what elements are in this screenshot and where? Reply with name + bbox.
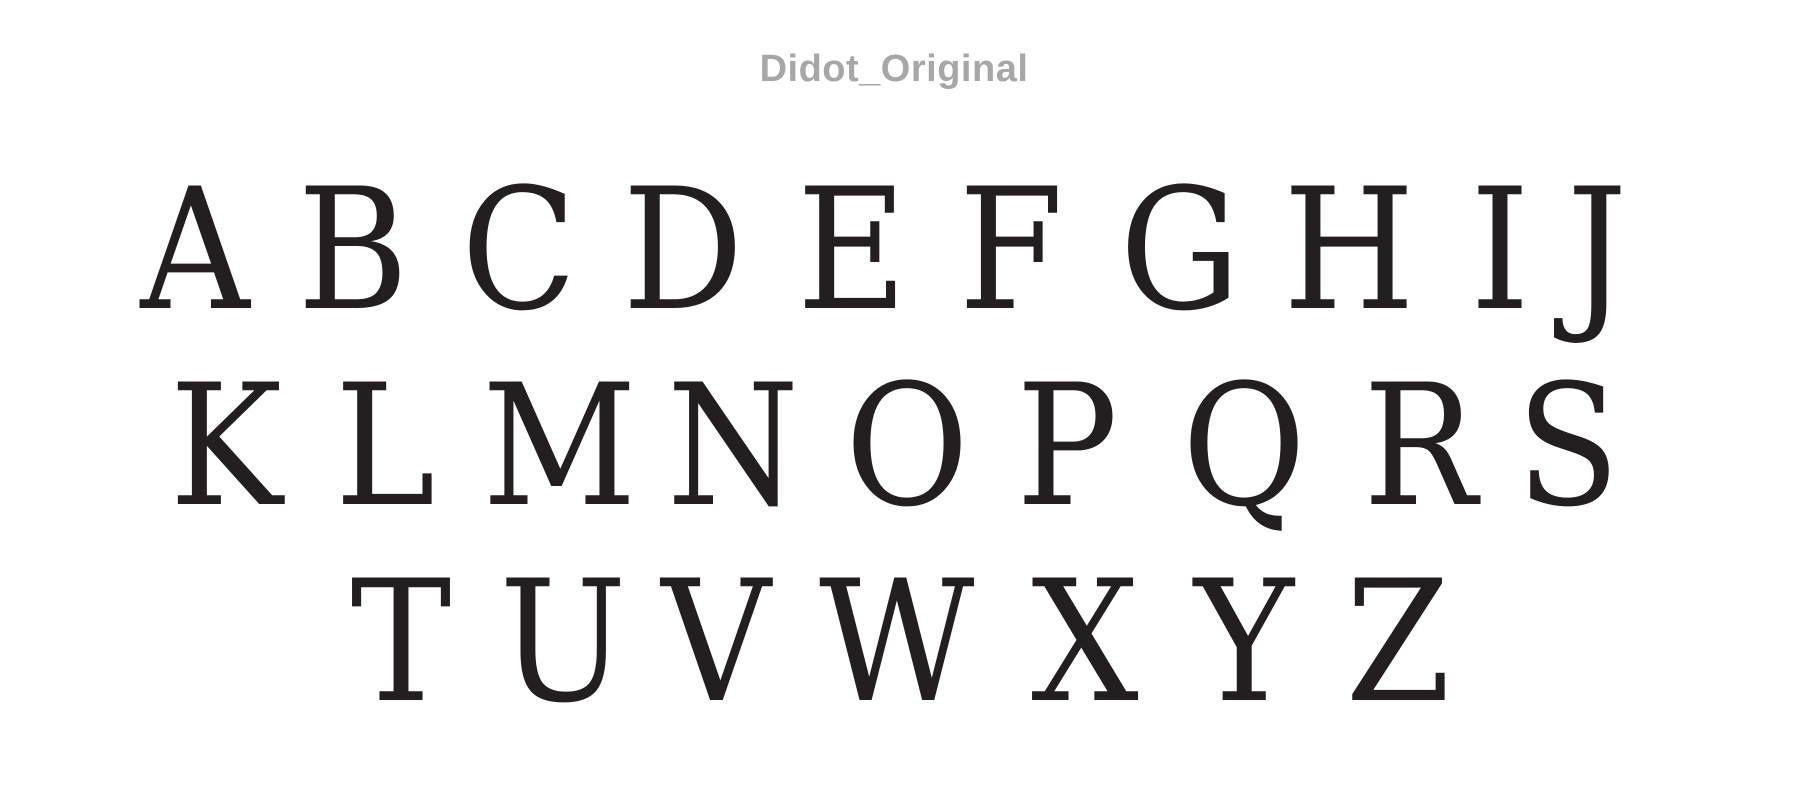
glyph: S — [1516, 348, 1620, 544]
glyph: M — [482, 348, 637, 544]
glyph: R — [1363, 348, 1477, 544]
glyph-row-3: T U V W X Y Z — [0, 544, 1800, 740]
glyph: E — [796, 152, 908, 348]
glyph: X — [1031, 544, 1139, 740]
specimen-page: Didot_Original A B C D E F G H I J K L M… — [0, 0, 1800, 800]
glyph: U — [499, 544, 627, 740]
glyph: O — [845, 348, 969, 544]
glyph: A — [140, 152, 250, 348]
page-title: Didot_Original — [759, 48, 1029, 90]
glyph: W — [819, 544, 975, 740]
glyph: B — [297, 152, 409, 348]
glyph: Q — [1182, 348, 1306, 544]
glyph: N — [666, 348, 800, 544]
glyph: K — [169, 348, 283, 544]
glyph: H — [1283, 152, 1415, 348]
glyph: V — [661, 544, 771, 740]
glyph: J — [1566, 152, 1628, 348]
glyph: F — [958, 152, 1064, 348]
glyph: G — [1119, 152, 1241, 348]
glyph: Z — [1345, 544, 1451, 740]
glyph: L — [334, 348, 436, 544]
glyph: Y — [1194, 544, 1294, 740]
glyph: T — [350, 544, 452, 740]
glyph: C — [461, 152, 577, 348]
glyph: P — [1016, 348, 1118, 544]
glyph-row-1: A B C D E F G H I J — [0, 152, 1800, 348]
glyph-row-2: K L M N O P Q R S — [0, 348, 1800, 544]
glyph: D — [622, 152, 744, 348]
